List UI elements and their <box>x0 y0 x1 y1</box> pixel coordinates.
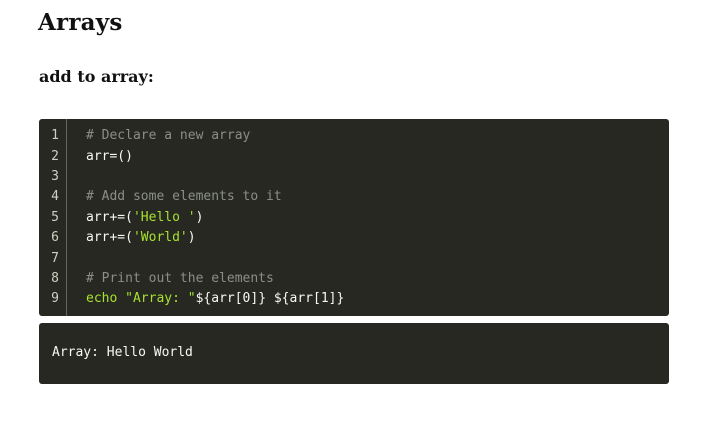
line-number: 6 <box>51 230 59 245</box>
code-block[interactable]: 1 2 3 4 5 6 7 8 9 # Declare a new array … <box>39 119 669 316</box>
code-token-plain: arr+=( <box>86 230 133 245</box>
code-line: arr+=('Hello ') <box>86 208 203 228</box>
code-token-plain: ) <box>195 210 204 225</box>
code-line: arr+=('World') <box>86 228 196 248</box>
line-number: 2 <box>51 149 59 164</box>
line-number: 9 <box>51 291 59 306</box>
code-line: # Print out the elements <box>86 269 274 289</box>
code-token-comment: # Add some elements to it <box>86 189 282 204</box>
line-number-gutter: 1 2 3 4 5 6 7 8 9 <box>39 119 67 316</box>
page-title: Arrays <box>38 9 123 36</box>
code-line: # Add some elements to it <box>86 187 282 207</box>
code-token-keyword: echo <box>86 291 126 306</box>
code-token-comment: # Declare a new array <box>86 128 251 143</box>
line-number: 1 <box>51 128 59 143</box>
code-token-comment: # Print out the elements <box>86 271 274 286</box>
line-number: 3 <box>51 169 59 184</box>
code-line: arr=() <box>86 147 133 167</box>
code-token-plain: arr=() <box>86 149 133 164</box>
code-token-string: "Array: " <box>125 291 196 306</box>
output-block[interactable]: Array: Hello World <box>39 323 669 384</box>
output-text: Array: Hello World <box>52 345 193 360</box>
code-line: echo "Array: "${arr[0]} ${arr[1]} <box>86 289 344 309</box>
code-token-plain: ) <box>187 230 196 245</box>
line-number: 4 <box>51 189 59 204</box>
code-line: # Declare a new array <box>86 126 250 146</box>
code-token-plain: ${arr[0]} ${arr[1]} <box>195 291 345 306</box>
code-token-string: 'Hello ' <box>132 210 196 225</box>
code-token-plain: arr+=( <box>86 210 133 225</box>
line-number: 7 <box>51 251 59 266</box>
line-number: 5 <box>51 210 59 225</box>
line-number: 8 <box>51 271 59 286</box>
section-heading: add to array: <box>39 67 154 86</box>
code-token-string: 'World' <box>132 230 188 245</box>
